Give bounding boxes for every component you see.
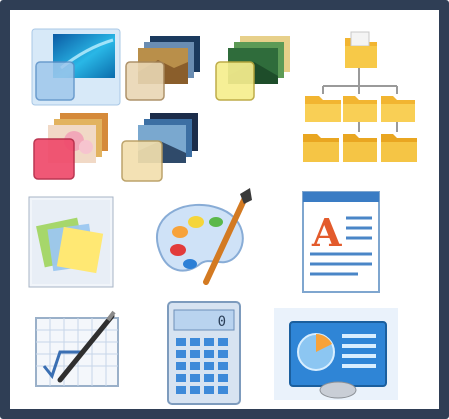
sticky-notes-icon[interactable] <box>28 196 114 288</box>
personalization-icon[interactable] <box>272 306 400 402</box>
theme-landscapes-icon[interactable] <box>124 32 204 104</box>
svg-text:A: A <box>311 210 342 255</box>
math-input-panel-icon[interactable] <box>30 308 122 394</box>
theme-scenes-icon[interactable] <box>120 111 202 185</box>
wordpad-icon[interactable]: A <box>302 188 382 294</box>
paint-icon[interactable] <box>140 186 260 290</box>
calculator-icon[interactable]: 0 <box>166 300 242 406</box>
folder-tree-icon[interactable] <box>293 24 428 174</box>
calculator-display: 0 <box>218 314 226 330</box>
icon-gallery-frame: A 0 <box>0 0 449 419</box>
theme-nature-icon[interactable] <box>214 32 294 104</box>
theme-flowers-icon[interactable] <box>32 111 112 183</box>
theme-aero-icon[interactable] <box>31 28 121 108</box>
